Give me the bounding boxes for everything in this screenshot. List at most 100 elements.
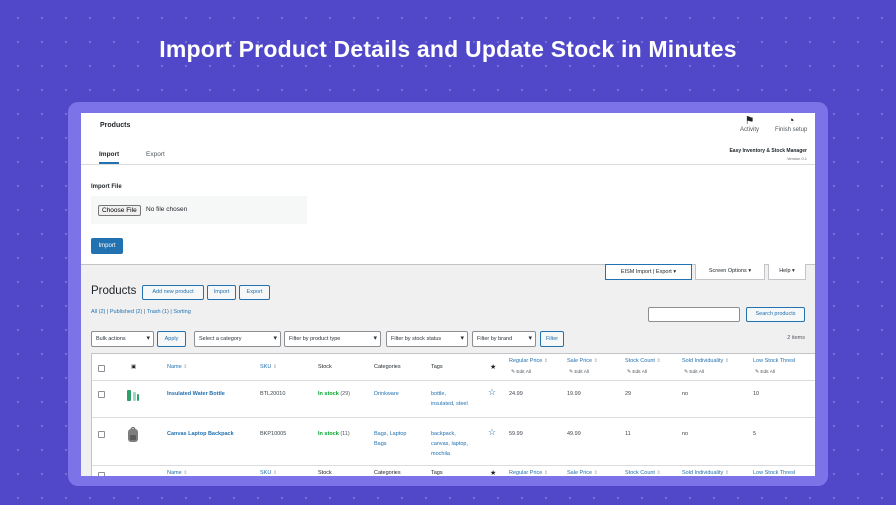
tag-link[interactable]: bottle, [431,391,446,397]
footer-column-stock-count[interactable]: Stock Count ⇕ [625,470,661,476]
footer-column-sold-individually[interactable]: Sold Individuality ⇕ [682,470,729,476]
product-name-link[interactable]: Insulated Water Bottle [167,391,225,397]
tab-export[interactable]: Export [146,151,165,158]
import-submit-button[interactable]: Import [91,238,123,254]
product-sku: BKP10005 [260,431,287,437]
column-regular-price[interactable]: Regular Price ⇕ [509,358,548,364]
file-input: Choose File No file chosen [91,196,307,224]
row-checkbox[interactable] [98,391,105,398]
product-name-link[interactable]: Canvas Laptop Backpack [167,431,234,437]
progress-circle-icon: ◔ [787,115,795,127]
product-sku: BTL20010 [260,391,286,397]
no-file-text: No file chosen [146,206,188,213]
image-column-icon: ▣ [131,364,137,370]
filter-button[interactable]: Filter [540,331,564,347]
footer-column-sku[interactable]: SKU ⇕ [260,470,277,476]
add-new-product-button[interactable]: Add new product [142,285,204,300]
footer-featured-star-icon: ★ [490,470,497,476]
filter-all-link[interactable]: All (2) [91,309,105,315]
product-type-select[interactable]: Filter by product type [284,331,381,347]
stock-status: In stock (29) [318,391,351,397]
select-all-checkbox-footer[interactable] [98,472,105,476]
column-stock-count[interactable]: Stock Count ⇕ [625,358,661,364]
export-button[interactable]: Export [239,285,270,300]
brand-select[interactable]: Filter by brand [472,331,536,347]
column-name[interactable]: Name ⇕ [167,364,187,370]
footer-column-sale-price[interactable]: Sale Price ⇕ [567,470,598,476]
footer-column-name[interactable]: Name ⇕ [167,470,187,476]
low-stock-edit-all[interactable]: ✎ Edit All [755,370,775,375]
products-heading: Products [91,285,137,297]
featured-star-icon[interactable]: ☆ [488,427,496,438]
tag-link[interactable]: mochila [431,451,450,457]
column-categories: Categories [374,364,401,370]
tag-link[interactable]: insulated, steel [431,401,468,407]
headline: Import Product Details and Update Stock … [159,36,737,62]
tag-link[interactable]: canvas, laptop, [431,441,468,447]
sub-nav: Import Export Easy Inventory & Stock Man… [81,145,815,165]
sorting-link[interactable]: Sorting [173,309,190,315]
category-select[interactable]: Select a category [194,331,281,347]
bulk-actions-select[interactable]: Bulk actions [91,331,154,347]
footer-column-regular-price[interactable]: Regular Price ⇕ [509,470,548,476]
activity-button[interactable]: ⚑ Activity [740,115,759,133]
apply-button[interactable]: Apply [157,331,186,347]
search-products-button[interactable]: Search products [746,307,805,322]
stock-count-edit-all[interactable]: ✎ Edit All [627,370,647,375]
column-tags: Tags [431,364,443,370]
featured-star-icon: ★ [490,364,497,371]
search-input[interactable] [648,307,740,322]
sale-price-edit-all[interactable]: ✎ Edit All [569,370,589,375]
regular-price: 24.99 [509,391,523,397]
sold-individually: no [682,391,689,397]
page-title: Products [100,122,131,129]
stock-status: In stock (11) [318,431,350,437]
column-sold-individually[interactable]: Sold Individuality ⇕ [682,358,729,364]
column-stock: Stock [318,364,332,370]
footer-column-stock: Stock [318,470,332,476]
category-link[interactable]: Bags, Laptop [374,431,406,437]
backpack-thumbnail [128,426,138,442]
eism-import-export-button[interactable]: EISM Import | Export ▾ [605,264,692,280]
stock-status-select[interactable]: Filter by stock status [386,331,468,347]
column-sku[interactable]: SKU ⇕ [260,364,277,370]
tag-link[interactable]: backpack, [431,431,456,437]
status-links: All (2) | Published (2) | Trash (1) | So… [91,309,191,315]
regular-price: 59.99 [509,431,523,437]
tab-import[interactable]: Import [99,151,120,164]
sold-individually: no [682,431,689,437]
import-panel: Import File Choose File No file chosen I… [81,165,815,265]
low-stock-threshold: 10 [753,391,760,397]
column-low-stock[interactable]: Low Stock Thresl [753,358,795,364]
stock-count: 11 [625,431,631,437]
filter-published-link[interactable]: Published (2) [110,309,142,315]
category-link[interactable]: Drinkware [374,391,399,397]
sale-price: 49.99 [567,431,581,437]
regular-price-edit-all[interactable]: ✎ Edit All [511,370,531,375]
select-all-checkbox[interactable] [98,365,105,372]
row-checkbox[interactable] [98,431,105,438]
low-stock-threshold: 5 [753,431,757,437]
items-count: 2 items [787,335,805,341]
plugin-brand: Easy Inventory & Stock Manager Version 0… [729,148,807,161]
import-button[interactable]: Import [207,285,236,300]
choose-file-button[interactable]: Choose File [98,205,141,216]
row-divider [92,465,815,466]
row-divider [92,417,815,418]
filter-trash-link[interactable]: Trash (1) [147,309,169,315]
flag-icon: ⚑ [744,115,755,127]
category-link[interactable]: Bags [374,441,387,447]
stock-count: 29 [625,391,632,397]
bottle-thumbnail [127,390,139,401]
sold-individually-edit-all[interactable]: ✎ Edit All [684,370,704,375]
finish-setup-button[interactable]: ◔ Finish setup [775,115,807,133]
footer-column-low-stock[interactable]: Low Stock Thresl [753,470,795,476]
screen-options-button[interactable]: Screen Options ▾ [695,264,765,280]
import-file-label: Import File [91,184,122,190]
footer-column-categories: Categories [374,470,401,476]
help-button[interactable]: Help ▾ [768,264,806,280]
products-table: ▣ Name ⇕ SKU ⇕ Stock Categories Tags ★ R… [91,353,815,476]
admin-screen: Products ⚑ Activity ◔ Finish setup Impor… [81,113,815,476]
column-sale-price[interactable]: Sale Price ⇕ [567,358,598,364]
featured-star-icon[interactable]: ☆ [488,387,496,398]
